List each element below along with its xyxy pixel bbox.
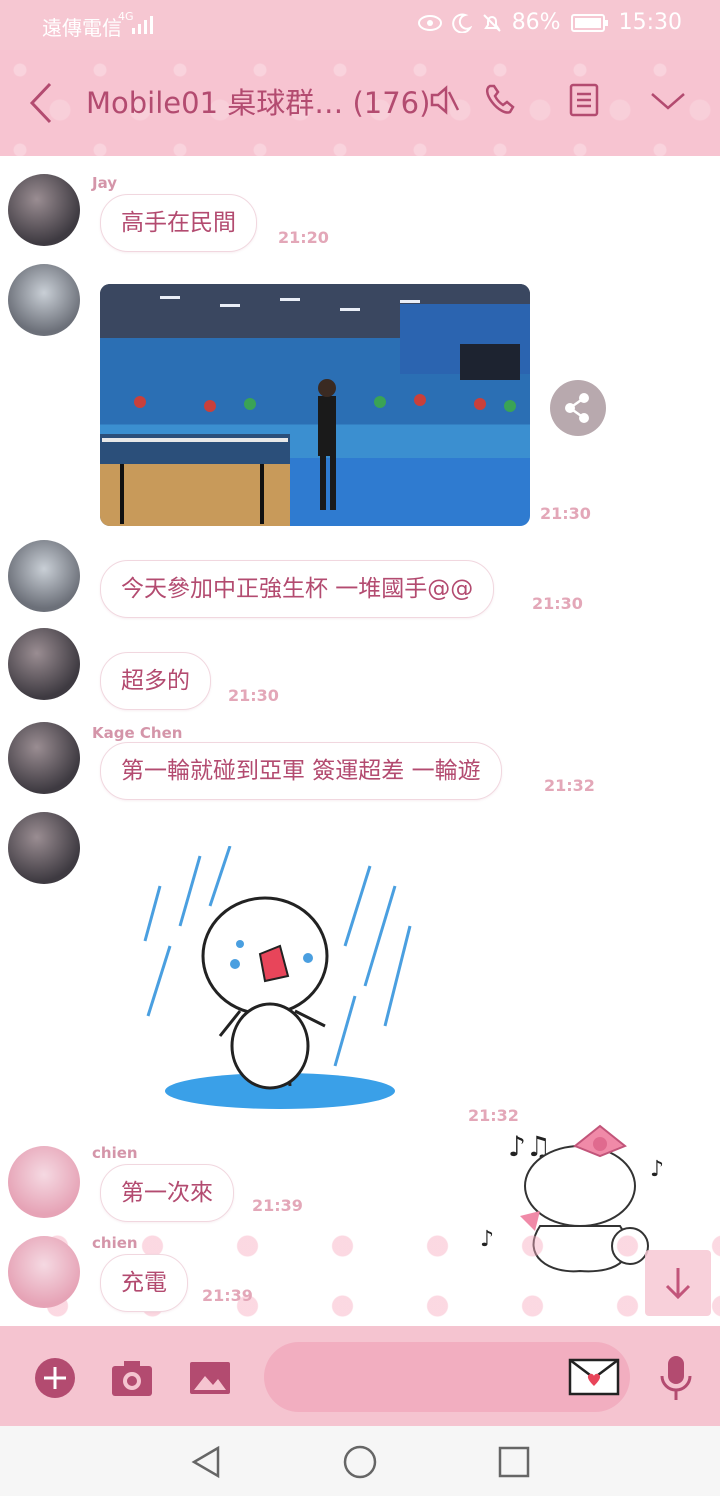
sender-name: chien <box>92 1144 138 1162</box>
nav-back-icon[interactable] <box>188 1444 224 1480</box>
table-tennis-photo <box>100 284 530 526</box>
back-icon[interactable] <box>26 78 56 128</box>
message-time: 21:32 <box>544 776 595 795</box>
crying-sticker[interactable] <box>140 846 420 1116</box>
eye-icon <box>417 14 442 31</box>
avatar[interactable] <box>8 628 80 700</box>
avatar[interactable] <box>8 540 80 612</box>
message-time: 21:39 <box>252 1196 303 1215</box>
image-icon[interactable] <box>188 1358 232 1398</box>
sender-name: Kage Chen <box>92 724 183 742</box>
message-list[interactable]: Jay 高手在民間 21:20 21:30 今天參加中正強生杯 一堆國手@@ 2… <box>0 156 720 1326</box>
message-bubble[interactable]: 第一輪就碰到亞軍 簽運超差 一輪遊 <box>100 742 502 800</box>
avatar[interactable] <box>8 1146 80 1218</box>
message-bubble[interactable]: 今天參加中正強生杯 一堆國手@@ <box>100 560 495 618</box>
avatar[interactable] <box>8 812 80 884</box>
avatar[interactable] <box>8 722 80 794</box>
message-bubble[interactable]: 超多的 <box>100 652 211 710</box>
bell-off-icon <box>482 13 501 32</box>
plus-icon[interactable] <box>33 1356 77 1400</box>
message-time: 21:20 <box>278 228 329 247</box>
notes-icon[interactable] <box>564 80 604 120</box>
message-time: 21:30 <box>532 594 583 613</box>
chevron-down-icon[interactable] <box>648 80 688 120</box>
moon-icon <box>451 13 472 33</box>
clock: 15:30 <box>618 10 682 35</box>
nav-home-icon[interactable] <box>342 1444 378 1480</box>
signal-icon <box>132 16 153 34</box>
svg-text:♪: ♪ <box>650 1157 664 1182</box>
carrier-label: 遠傳電信 <box>42 16 122 40</box>
share-button[interactable] <box>550 380 606 436</box>
input-bar <box>0 1326 720 1426</box>
camera-icon[interactable] <box>110 1358 154 1398</box>
status-bar: 遠傳電信 4G 86% 15:30 <box>0 0 720 50</box>
chat-header: Mobile01 桌球群… (176) <box>0 50 720 156</box>
sender-name: chien <box>92 1234 138 1252</box>
message-bubble[interactable]: 高手在民間 <box>100 194 257 252</box>
avatar[interactable] <box>8 264 80 336</box>
battery-percent: 86% <box>511 10 561 35</box>
battery-icon <box>570 13 608 32</box>
mute-icon[interactable] <box>424 80 464 120</box>
mic-icon[interactable] <box>656 1354 696 1402</box>
member-count: (176) <box>352 86 431 120</box>
shared-photo[interactable] <box>100 284 530 526</box>
group-name: Mobile01 桌球群… <box>86 86 344 120</box>
avatar[interactable] <box>8 174 80 246</box>
message-time: 21:30 <box>540 504 591 523</box>
share-icon <box>565 393 589 423</box>
message-bubble[interactable]: 充電 <box>100 1254 188 1312</box>
avatar[interactable] <box>8 1236 80 1308</box>
arrow-down-icon <box>665 1268 691 1300</box>
system-nav-bar <box>0 1426 720 1496</box>
chat-title[interactable]: Mobile01 桌球群… (176) <box>86 80 430 122</box>
sender-name: Jay <box>92 174 118 192</box>
phone-icon[interactable] <box>480 80 520 120</box>
nav-recents-icon[interactable] <box>496 1444 532 1480</box>
message-time: 21:39 <box>202 1286 253 1305</box>
scroll-to-bottom-button[interactable] <box>645 1250 711 1316</box>
letter-icon[interactable] <box>568 1358 620 1396</box>
message-bubble[interactable]: 第一次來 <box>100 1164 234 1222</box>
message-time: 21:30 <box>228 686 279 705</box>
status-right: 86% 15:30 <box>417 10 682 35</box>
